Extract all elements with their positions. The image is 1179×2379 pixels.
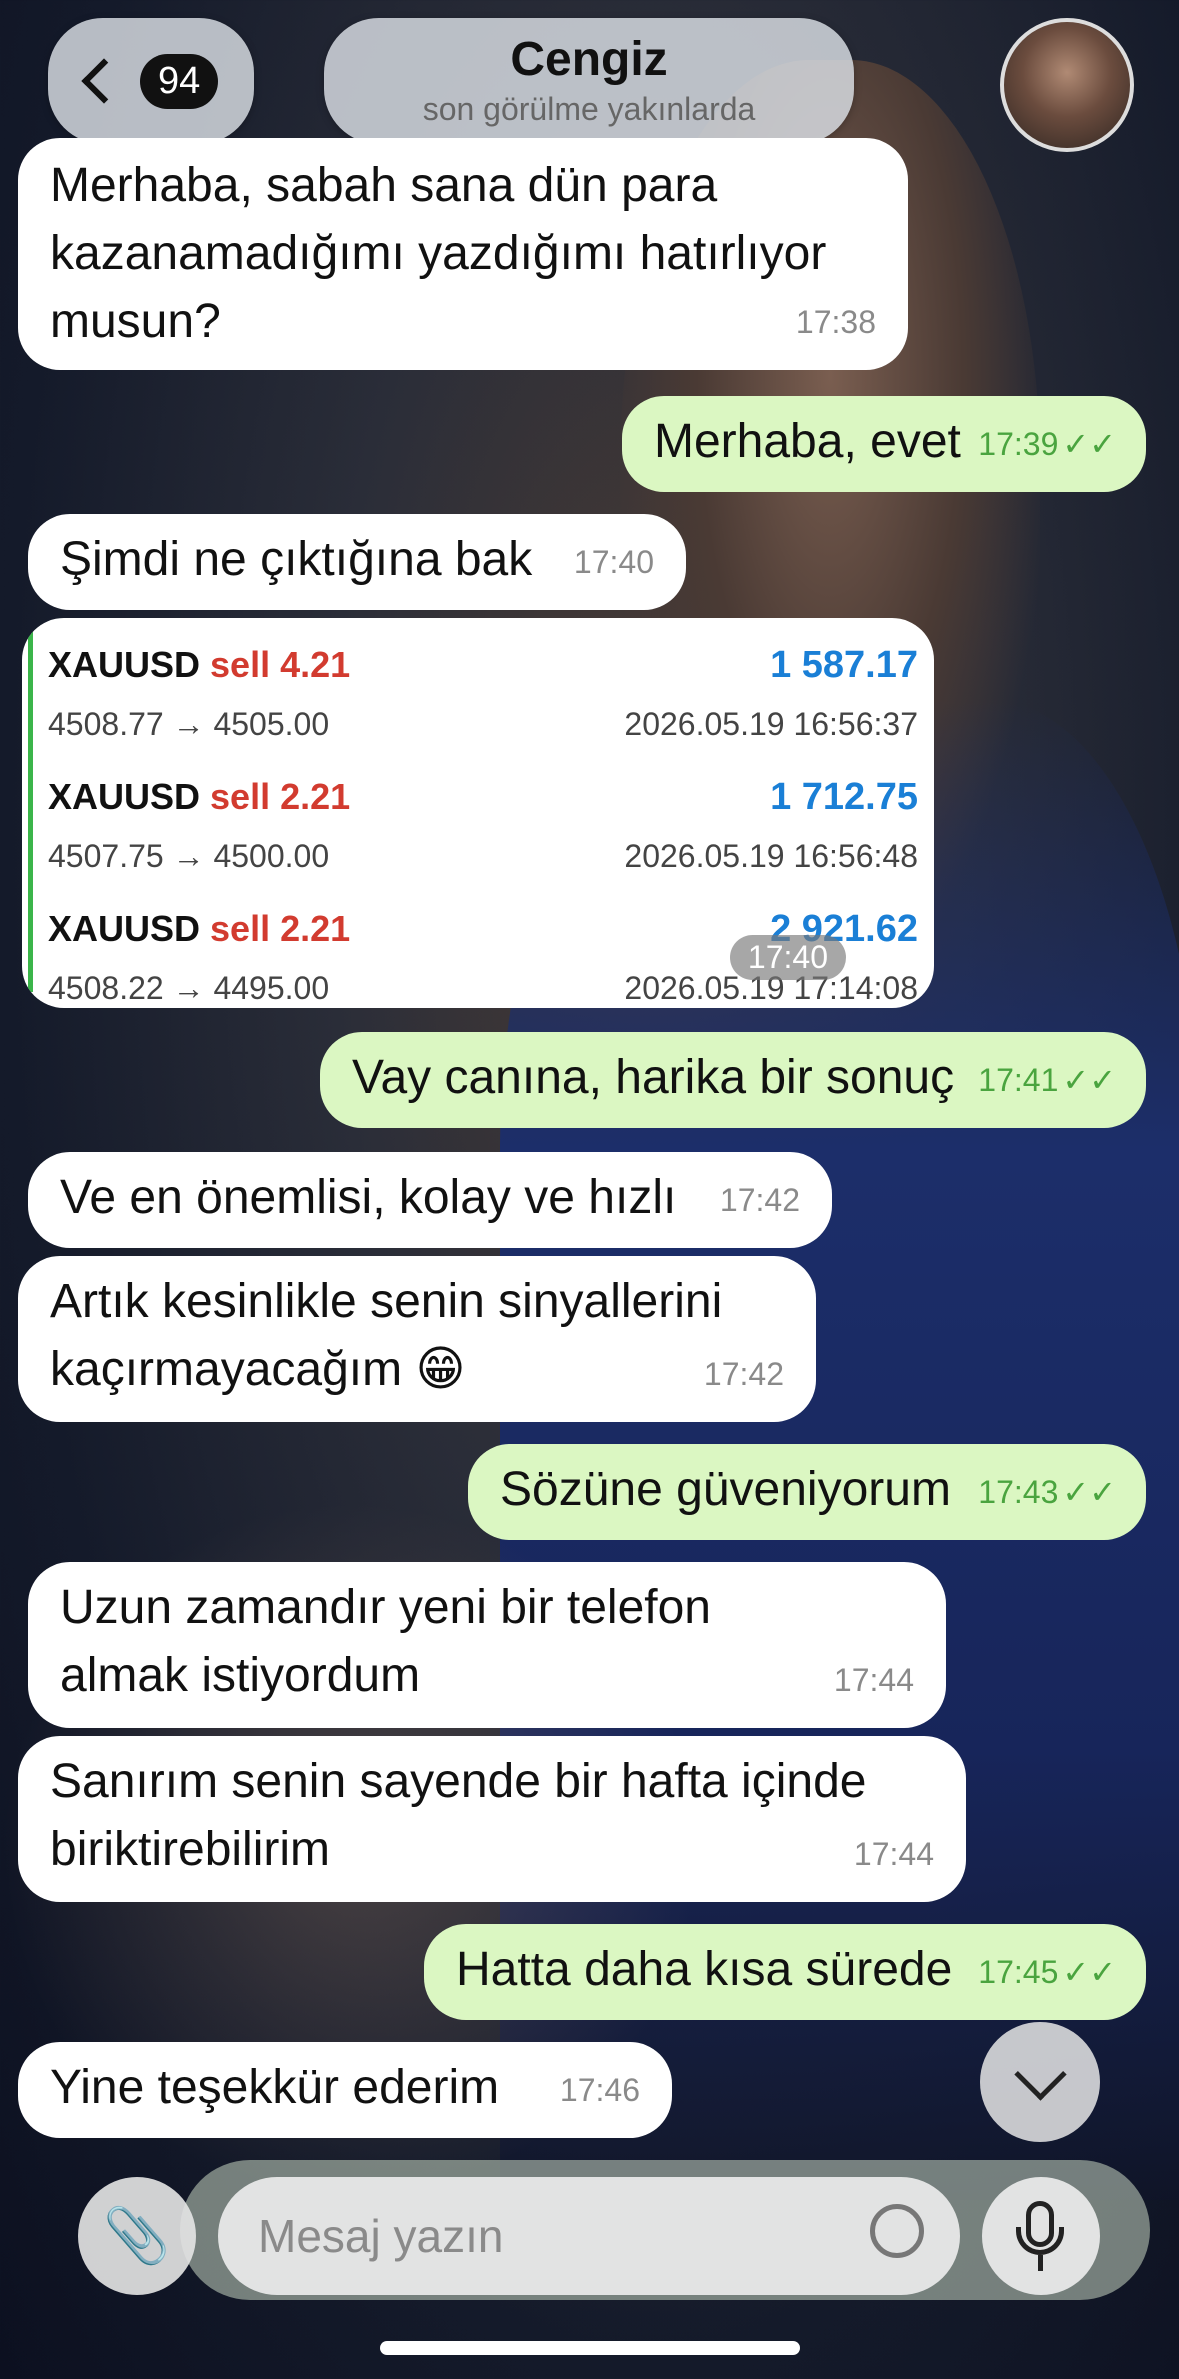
- trade-profit: 1 587.17: [770, 644, 918, 686]
- message-time: 17:42: [703, 1356, 784, 1392]
- trade-row: XAUUSD sell 2.21 1 712.75 4507.75 → 4500…: [48, 776, 918, 896]
- message-incoming[interactable]: Sanırım senin sayende bir hafta içinde b…: [18, 1736, 966, 1902]
- message-time: 17:44: [833, 1662, 914, 1698]
- message-text: Uzun zamandır yeni bir telefon almak ist…: [60, 1581, 711, 1702]
- trade-profit: 1 712.75: [770, 776, 918, 818]
- message-incoming[interactable]: Yine teşekkür ederim 17:46: [18, 2042, 672, 2138]
- avatar[interactable]: [1000, 18, 1134, 152]
- trade-symbol: XAUUSD sell 2.21: [48, 908, 351, 949]
- trade-prices: 4507.75 → 4500.00: [48, 838, 330, 874]
- trade-date: 2026.05.19 16:56:48: [624, 838, 918, 874]
- message-time: 17:41 ✓✓: [978, 1046, 1116, 1114]
- scroll-to-bottom-button[interactable]: [980, 2022, 1100, 2142]
- message-text: Artık kesinlikle senin sinyallerini kaçı…: [50, 1275, 723, 1396]
- voice-record-button[interactable]: [982, 2177, 1100, 2295]
- trade-prices: 4508.22 → 4495.00: [48, 970, 330, 1006]
- trade-symbol: XAUUSD sell 2.21: [48, 776, 351, 817]
- message-text: Hatta daha kısa sürede: [456, 1943, 953, 1996]
- message-outgoing[interactable]: Vay canına, harika bir sonuç 17:41 ✓✓: [320, 1032, 1146, 1128]
- message-time: 17:42: [719, 1182, 800, 1218]
- chat-title[interactable]: Cengiz son görülme yakınlarda: [324, 18, 854, 144]
- sticker-icon[interactable]: [870, 2204, 924, 2258]
- read-ticks-icon: ✓✓: [1062, 426, 1116, 462]
- message-text: Şimdi ne çıktığına bak: [60, 533, 533, 586]
- message-text: Sanırım senin sayende bir hafta içinde b…: [50, 1755, 867, 1876]
- trade-date: 2026.05.19 16:56:37: [624, 706, 918, 742]
- message-text: Ve en önemlisi, kolay ve hızlı: [60, 1171, 677, 1224]
- chevron-down-icon: [1014, 2048, 1067, 2101]
- attach-button[interactable]: 📎: [78, 2177, 196, 2295]
- message-text: Yine teşekkür ederim: [50, 2061, 500, 2114]
- read-ticks-icon: ✓✓: [1062, 1062, 1116, 1098]
- message-text: Merhaba, sabah sana dün para kazanamadığ…: [50, 159, 827, 348]
- unread-count-badge: 94: [140, 53, 219, 109]
- read-ticks-icon: ✓✓: [1062, 1954, 1116, 1990]
- trade-results-card[interactable]: XAUUSD sell 4.21 1 587.17 4508.77 → 4505…: [22, 618, 934, 1008]
- message-time: 17:46: [559, 2072, 640, 2108]
- home-indicator[interactable]: [380, 2341, 800, 2355]
- card-accent-bar: [28, 632, 33, 992]
- last-seen-status: son görülme yakınlarda: [422, 91, 756, 127]
- message-outgoing[interactable]: Hatta daha kısa sürede 17:45 ✓✓: [424, 1924, 1146, 2020]
- message-text: Merhaba, evet: [654, 415, 961, 468]
- message-incoming[interactable]: Uzun zamandır yeni bir telefon almak ist…: [28, 1562, 946, 1728]
- trade-prices: 4508.77 → 4505.00: [48, 706, 330, 742]
- message-time: 17:44: [853, 1836, 934, 1872]
- paperclip-icon: 📎: [103, 2205, 171, 2266]
- contact-name: Cengiz: [510, 33, 668, 86]
- message-outgoing[interactable]: Sözüne güveniyorum 17:43 ✓✓: [468, 1444, 1146, 1540]
- message-text: Vay canına, harika bir sonuç: [352, 1051, 955, 1104]
- message-time: 17:43 ✓✓: [978, 1458, 1116, 1526]
- trade-row: XAUUSD sell 4.21 1 587.17 4508.77 → 4505…: [48, 644, 918, 764]
- message-time: 17:45 ✓✓: [978, 1938, 1116, 2006]
- message-input[interactable]: [218, 2177, 960, 2295]
- back-button[interactable]: 94: [48, 18, 254, 144]
- message-incoming[interactable]: Merhaba, sabah sana dün para kazanamadığ…: [18, 138, 908, 370]
- message-time: 17:39 ✓✓: [978, 410, 1116, 478]
- trade-symbol: XAUUSD sell 4.21: [48, 644, 351, 685]
- message-incoming[interactable]: Ve en önemlisi, kolay ve hızlı 17:42: [28, 1152, 832, 1248]
- message-time: 17:40: [729, 935, 846, 980]
- message-incoming[interactable]: Şimdi ne çıktığına bak 17:40: [28, 514, 686, 610]
- message-time: 17:38: [795, 304, 876, 340]
- read-ticks-icon: ✓✓: [1062, 1474, 1116, 1510]
- chevron-left-icon: [81, 58, 127, 104]
- message-incoming[interactable]: Artık kesinlikle senin sinyallerini kaçı…: [18, 1256, 816, 1422]
- message-text: Sözüne güveniyorum: [500, 1463, 951, 1516]
- message-time: 17:40: [573, 544, 654, 580]
- message-outgoing[interactable]: Merhaba, evet 17:39 ✓✓: [622, 396, 1146, 492]
